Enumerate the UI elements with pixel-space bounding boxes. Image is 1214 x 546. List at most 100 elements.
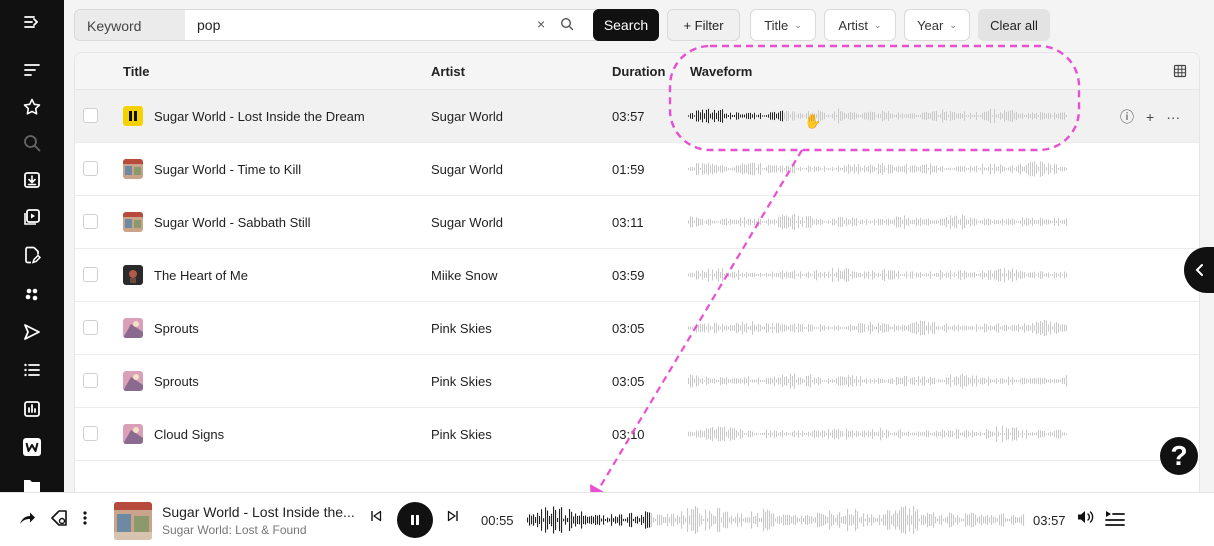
table-row[interactable]: Sugar World - Time to Kill Sugar World 01:… (75, 143, 1199, 196)
now-playing-album[interactable]: Sugar World: Lost & Found (162, 523, 307, 537)
table-row[interactable]: Cloud Signs Pink Skies 03:10 (75, 408, 1199, 461)
keyword-label: Keyword (74, 9, 186, 41)
track-title[interactable]: Sugar World - Lost Inside the Dream (154, 109, 365, 124)
add-filter-button[interactable]: + Filter (667, 9, 740, 41)
track-title[interactable]: Sprouts (154, 321, 199, 336)
chart-icon[interactable] (20, 397, 44, 421)
artist-filter-dropdown[interactable]: Artist ⌄ (824, 9, 896, 41)
track-artist[interactable]: Sugar World (431, 162, 503, 177)
document-edit-icon[interactable] (20, 243, 44, 267)
track-artist[interactable]: Miike Snow (431, 268, 497, 283)
help-button[interactable]: ? (1160, 437, 1198, 475)
pause-button[interactable] (397, 502, 433, 538)
share-icon[interactable] (18, 509, 36, 527)
row-checkbox[interactable] (83, 161, 98, 176)
track-artwork[interactable] (123, 212, 143, 232)
track-artwork[interactable] (123, 371, 143, 391)
download-icon[interactable] (20, 168, 44, 192)
more-vertical-icon[interactable] (82, 509, 88, 527)
track-waveform[interactable] (688, 105, 1070, 127)
send-icon[interactable] (20, 320, 44, 344)
clear-all-button[interactable]: Clear all (978, 9, 1050, 41)
info-icon[interactable]: ⓘ (1120, 107, 1134, 127)
track-artist[interactable]: Pink Skies (431, 321, 492, 336)
track-artist[interactable]: Pink Skies (431, 374, 492, 389)
chevron-down-icon: ⌄ (874, 19, 882, 30)
more-icon[interactable]: ··· (1166, 109, 1180, 125)
now-playing-artwork[interactable] (114, 502, 152, 540)
star-icon[interactable] (20, 95, 44, 119)
table-row[interactable]: Sprouts Pink Skies 03:05 (75, 302, 1199, 355)
track-title[interactable]: Sugar World - Sabbath Still (154, 215, 311, 230)
track-duration: 03:05 (612, 374, 645, 389)
row-checkbox[interactable] (83, 267, 98, 282)
row-checkbox[interactable] (83, 108, 98, 123)
header-artist[interactable]: Artist (431, 64, 465, 79)
column-settings-icon[interactable] (1173, 64, 1187, 81)
keyword-field[interactable]: × (185, 9, 650, 41)
search-button[interactable]: Search (593, 9, 659, 41)
track-title[interactable]: Sugar World - Time to Kill (154, 162, 301, 177)
header-duration[interactable]: Duration (612, 64, 665, 79)
track-duration: 03:10 (612, 427, 645, 442)
table-row[interactable]: Sugar World - Sabbath Still Sugar World 03… (75, 196, 1199, 249)
table-header: Title Artist Duration Waveform (75, 53, 1199, 90)
tag-settings-icon[interactable] (50, 509, 68, 527)
previous-track-icon[interactable] (369, 509, 383, 523)
track-artist[interactable]: Sugar World (431, 215, 503, 230)
now-playing-title[interactable]: Sugar World - Lost Inside the... (162, 504, 355, 520)
collapse-menu-icon[interactable] (20, 10, 44, 34)
track-artist[interactable]: Sugar World (431, 109, 503, 124)
track-waveform[interactable] (688, 211, 1070, 233)
table-row[interactable]: Sprouts Pink Skies 03:05 (75, 355, 1199, 408)
total-time: 03:57 (1033, 513, 1066, 528)
chevron-down-icon: ⌄ (949, 19, 957, 30)
clear-input-icon[interactable]: × (537, 16, 545, 32)
video-icon[interactable] (20, 205, 44, 229)
track-title[interactable]: Sprouts (154, 374, 199, 389)
artist-filter-label: Artist (838, 17, 869, 33)
row-checkbox[interactable] (83, 320, 98, 335)
search-bar: Keyword × Search + Filter Title ⌄ Artist… (64, 0, 1214, 50)
queue-icon[interactable] (1104, 509, 1126, 527)
year-filter-label: Year (917, 17, 944, 33)
row-checkbox[interactable] (83, 373, 98, 388)
volume-icon[interactable] (1076, 509, 1094, 525)
track-waveform[interactable] (688, 423, 1070, 445)
sort-icon[interactable] (20, 58, 44, 82)
next-track-icon[interactable] (446, 509, 460, 523)
track-waveform[interactable] (688, 317, 1070, 339)
list-icon[interactable] (20, 358, 44, 382)
current-time: 00:55 (481, 513, 514, 528)
pause-icon (411, 515, 419, 525)
track-artwork[interactable] (123, 318, 143, 338)
track-waveform[interactable] (688, 370, 1070, 392)
w-logo-icon[interactable] (20, 435, 44, 459)
track-artist[interactable]: Pink Skies (431, 427, 492, 442)
player-waveform-scrubber[interactable] (527, 503, 1025, 537)
track-waveform[interactable] (688, 158, 1070, 180)
search-input-icon[interactable] (560, 17, 574, 34)
tracks-table: Title Artist Duration Waveform Sugar Wor… (74, 52, 1200, 492)
header-title[interactable]: Title (123, 64, 150, 79)
track-artwork[interactable] (123, 159, 143, 179)
track-artwork[interactable] (123, 265, 143, 285)
header-waveform: Waveform (690, 64, 753, 79)
title-filter-dropdown[interactable]: Title ⌄ (750, 9, 816, 41)
year-filter-dropdown[interactable]: Year ⌄ (904, 9, 970, 41)
keyword-input[interactable] (197, 17, 517, 33)
track-artwork[interactable] (123, 106, 143, 126)
track-artwork[interactable] (123, 424, 143, 444)
row-checkbox[interactable] (83, 426, 98, 441)
add-icon[interactable]: + (1146, 109, 1154, 125)
search-icon[interactable] (20, 131, 44, 155)
row-checkbox[interactable] (83, 214, 98, 229)
table-row[interactable]: Sugar World - Lost Inside the Dream Sugar… (75, 90, 1199, 143)
track-title[interactable]: The Heart of Me (154, 268, 248, 283)
track-title[interactable]: Cloud Signs (154, 427, 224, 442)
cluster-icon[interactable] (20, 282, 44, 306)
track-waveform[interactable] (688, 264, 1070, 286)
track-duration: 03:05 (612, 321, 645, 336)
table-row[interactable]: The Heart of Me Miike Snow 03:59 (75, 249, 1199, 302)
track-duration: 03:59 (612, 268, 645, 283)
